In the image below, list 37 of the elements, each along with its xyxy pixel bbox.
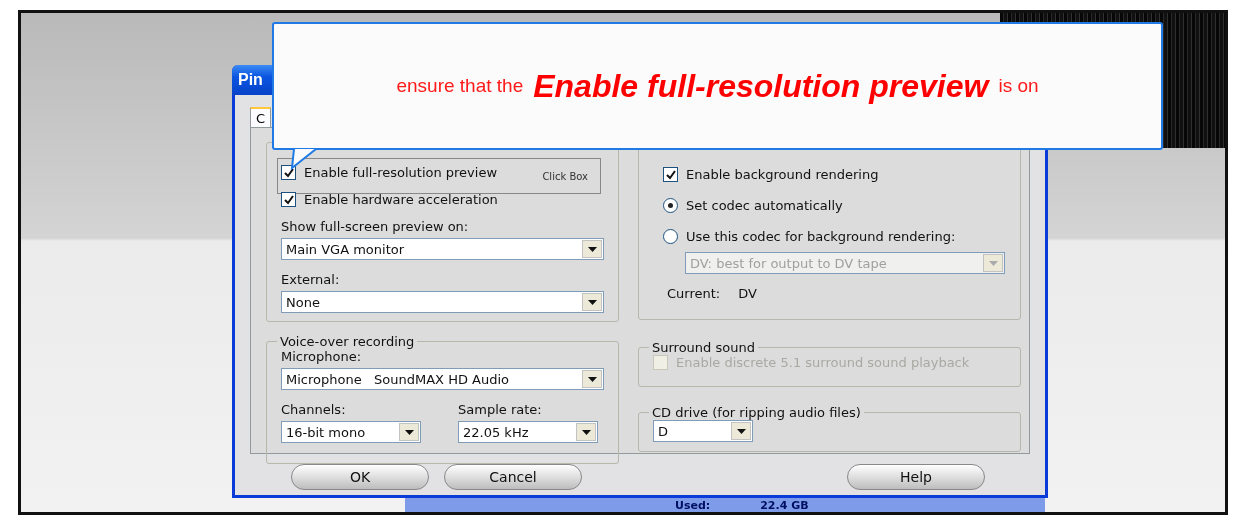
sample-rate-dropdown[interactable]: 22.05 kHz xyxy=(458,421,598,443)
microphone-dropdown[interactable]: Microphone SoundMAX HD Audio xyxy=(281,368,604,390)
preview-monitor-dropdown[interactable]: Main VGA monitor xyxy=(281,238,604,260)
checkbox-label: Enable background rendering xyxy=(686,167,879,182)
tab[interactable]: C xyxy=(250,107,272,127)
field-label: Current: xyxy=(667,286,721,301)
current-codec-value: DV xyxy=(738,286,757,301)
checkbox-label: Enable full-resolution preview xyxy=(304,165,498,180)
dialog-button[interactable]: Help xyxy=(847,464,985,490)
field-label: Show full-screen preview on: xyxy=(281,219,470,234)
callout-text: ensure that the xyxy=(396,75,524,97)
radio-label: Use this codec for background rendering: xyxy=(686,229,956,244)
click-box-label: Click Box xyxy=(542,170,588,182)
field-label: Microphone: xyxy=(281,349,363,364)
used-label: Used: xyxy=(675,498,711,512)
checkbox[interactable] xyxy=(663,167,678,182)
window-title: Pin xyxy=(238,71,263,89)
group-title: Surround sound xyxy=(651,340,756,355)
radio-label: Set codec automatically xyxy=(686,198,843,213)
radio-button[interactable] xyxy=(663,198,678,213)
field-label: Channels: xyxy=(281,402,347,417)
cd-drive-dropdown[interactable]: D xyxy=(653,420,753,442)
dialog-button[interactable]: Cancel xyxy=(444,464,582,490)
checkbox-label: Enable hardware acceleration xyxy=(304,192,498,207)
used-value: 22.4 GB xyxy=(760,498,809,512)
channels-dropdown[interactable]: 16-bit mono xyxy=(281,421,421,443)
checkbox[interactable] xyxy=(281,192,296,207)
field-label: Sample rate: xyxy=(458,402,543,417)
external-dropdown[interactable]: None xyxy=(281,291,604,313)
group-title: CD drive (for ripping audio files) xyxy=(651,405,862,420)
group-title: Voice-over recording xyxy=(279,334,416,349)
callout-emphasis: Enable full-resolution preview xyxy=(533,67,989,105)
radio-button[interactable] xyxy=(663,229,678,244)
checkbox-label: Enable discrete 5.1 surround sound playback xyxy=(676,355,970,370)
dialog-button[interactable]: OK xyxy=(291,464,429,490)
field-label: External: xyxy=(281,272,341,287)
callout-text: is on xyxy=(998,75,1039,97)
